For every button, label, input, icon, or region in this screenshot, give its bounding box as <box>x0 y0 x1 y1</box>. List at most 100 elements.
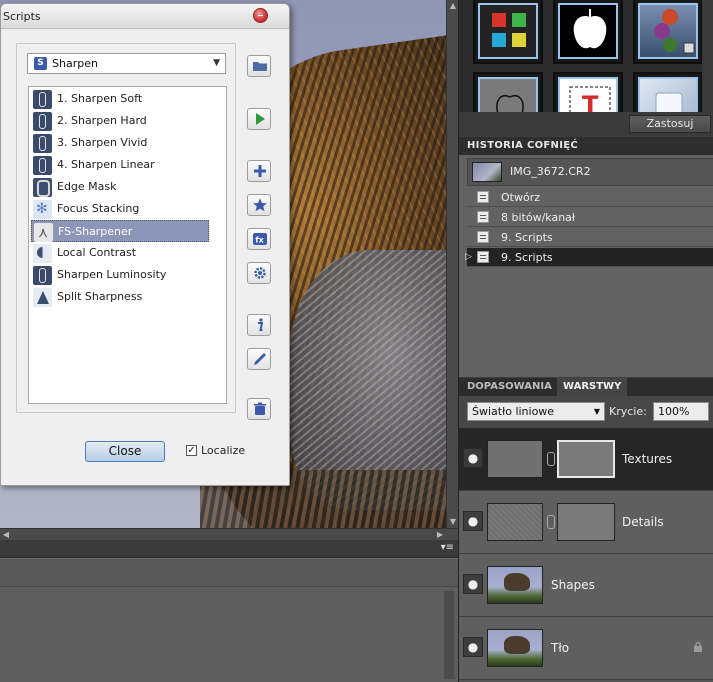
canvas-vertical-scrollbar[interactable]: ▲ ▼ <box>446 0 458 528</box>
history-item-active[interactable]: ▷ 9. Scripts <box>465 248 713 267</box>
eye-icon[interactable]: ● <box>463 511 483 531</box>
apply-button[interactable]: Zastosuj <box>629 115 711 133</box>
effect-thumb-apple-silhouette[interactable] <box>553 0 623 64</box>
local-contrast-icon <box>33 244 52 263</box>
settings-button[interactable] <box>247 262 271 284</box>
eye-icon[interactable]: ● <box>463 574 483 594</box>
apple-outline-icon <box>496 95 524 112</box>
close-icon[interactable] <box>253 8 268 23</box>
effects-button[interactable]: fx <box>247 228 271 250</box>
history-step-icon <box>477 191 489 203</box>
list-item[interactable]: 1. Sharpen Soft <box>31 88 209 110</box>
chain-link-icon[interactable] <box>547 452 555 466</box>
edge-mask-icon <box>33 178 52 197</box>
chain-link-icon[interactable] <box>547 515 555 529</box>
script-category-icon: S <box>34 57 47 70</box>
layer-row-shapes[interactable]: ● Shapes <box>459 554 713 617</box>
history-document-thumbnail <box>472 162 502 182</box>
history-item-label: Otwórz <box>501 191 540 204</box>
script-category-select[interactable]: S Sharpen ▼ <box>27 53 226 74</box>
edit-button[interactable] <box>247 348 271 370</box>
history-state-marker-icon: ▷ <box>465 252 472 262</box>
list-item-label: Local Contrast <box>57 246 137 259</box>
tab-adjustments[interactable]: DOPASOWANIA <box>461 378 558 396</box>
effect-thumb-tiles[interactable] <box>473 0 543 64</box>
folder-icon <box>253 62 267 71</box>
layer-thumbnail <box>487 503 543 541</box>
history-item[interactable]: 9. Scripts <box>467 228 713 247</box>
effect-thumb-glass[interactable] <box>633 72 703 112</box>
list-item[interactable]: Edge Mask <box>31 176 209 198</box>
layers-panel-tabs: DOPASOWANIA WARSTWY <box>459 378 713 396</box>
colored-tiles-icon <box>492 13 526 47</box>
list-item[interactable]: 3. Sharpen Vivid <box>31 132 209 154</box>
add-script-button[interactable] <box>247 160 271 182</box>
localize-checkbox[interactable]: ✓ <box>186 445 197 456</box>
layers-list: ● Textures ● Details ● Shapes ● Tło <box>459 428 713 682</box>
effect-thumb-apple-outline[interactable] <box>473 72 543 112</box>
list-item[interactable]: 4. Sharpen Linear <box>31 154 209 176</box>
layer-thumbnail <box>487 629 543 667</box>
scripts-dialog: Scripts S Sharpen ▼ 1. Sharpen Soft 2. S… <box>0 3 290 486</box>
gear-icon <box>254 267 266 279</box>
blend-mode-select[interactable]: Światło liniowe ▼ <box>467 402 605 421</box>
effects-thumbnail-grid: T <box>459 0 713 112</box>
history-item-label: 9. Scripts <box>501 251 553 264</box>
layer-row-details[interactable]: ● Details <box>459 491 713 554</box>
effects-apply-row: Zastosuj <box>459 112 713 136</box>
photo-stack-icon <box>654 9 695 54</box>
right-panel-dock: T Zastosuj HISTORIA COFNIĘĆ IMG_3672.CR2… <box>458 0 713 682</box>
history-item-label: 8 bitów/kanał <box>501 211 576 224</box>
list-item[interactable]: Local Contrast <box>31 242 209 264</box>
photo-bin-header <box>0 559 458 587</box>
run-script-button[interactable] <box>247 108 271 130</box>
layer-name: Details <box>622 515 664 529</box>
scroll-up-arrow-icon[interactable]: ▲ <box>447 0 458 12</box>
dialog-body: S Sharpen ▼ 1. Sharpen Soft 2. Sharpen H… <box>1 30 289 485</box>
layer-mask-thumbnail[interactable] <box>557 440 615 478</box>
history-item[interactable]: 8 bitów/kanał <box>467 208 713 227</box>
dialog-titlebar[interactable]: Scripts <box>1 4 289 29</box>
favorite-button[interactable] <box>247 194 271 216</box>
effects-scrollbar[interactable] <box>702 0 713 112</box>
scroll-down-arrow-icon[interactable]: ▼ <box>447 516 458 528</box>
list-item[interactable]: 2. Sharpen Hard <box>31 110 209 132</box>
plus-icon <box>254 165 266 177</box>
history-list: IMG_3672.CR2 Otwórz 8 bitów/kanał 9. Scr… <box>459 155 713 377</box>
blend-mode-value: Światło liniowe <box>472 405 555 418</box>
layer-mask-thumbnail[interactable] <box>557 503 615 541</box>
tab-layers[interactable]: WARSTWY <box>557 378 628 396</box>
panel-bin-bar: ▾≡ <box>0 540 458 558</box>
layer-name: Shapes <box>551 578 595 592</box>
eye-icon[interactable]: ● <box>463 637 483 657</box>
sharpen-icon <box>33 134 52 153</box>
info-button[interactable] <box>247 314 271 336</box>
history-snapshot[interactable]: IMG_3672.CR2 <box>467 158 713 186</box>
glass-icon <box>655 92 683 112</box>
list-item[interactable]: Split Sharpness <box>31 286 209 308</box>
close-button[interactable]: Close <box>85 441 165 462</box>
canvas-horizontal-scrollbar[interactable]: ◀ ▶ <box>0 528 458 540</box>
history-item[interactable]: Otwórz <box>467 188 713 207</box>
opacity-input[interactable]: 100% <box>653 402 709 421</box>
open-folder-button[interactable] <box>247 55 271 77</box>
photo-bin-scrollbar[interactable] <box>444 591 454 679</box>
scroll-right-arrow-icon[interactable]: ▶ <box>434 529 446 540</box>
eye-icon[interactable]: ● <box>463 448 483 468</box>
split-sharpness-icon <box>33 288 52 307</box>
layer-row-textures[interactable]: ● Textures <box>459 428 713 491</box>
list-item[interactable]: Sharpen Luminosity <box>31 264 209 286</box>
play-icon <box>256 113 265 125</box>
panel-menu-icon[interactable]: ▾≡ <box>441 542 454 553</box>
list-item-selected[interactable]: FS-Sharpener <box>31 220 209 244</box>
delete-button[interactable] <box>247 398 271 420</box>
list-item[interactable]: Focus Stacking <box>31 198 209 220</box>
scroll-left-arrow-icon[interactable]: ◀ <box>0 529 12 540</box>
layer-row-background[interactable]: ● Tło <box>459 617 713 680</box>
focus-stacking-icon <box>33 198 52 220</box>
layer-name: Textures <box>622 452 673 466</box>
history-panel-title: HISTORIA COFNIĘĆ <box>459 137 713 155</box>
effect-thumb-photo-stack[interactable] <box>633 0 703 64</box>
layer-thumbnail <box>487 566 543 604</box>
effect-thumb-text-frame[interactable]: T <box>553 72 623 112</box>
